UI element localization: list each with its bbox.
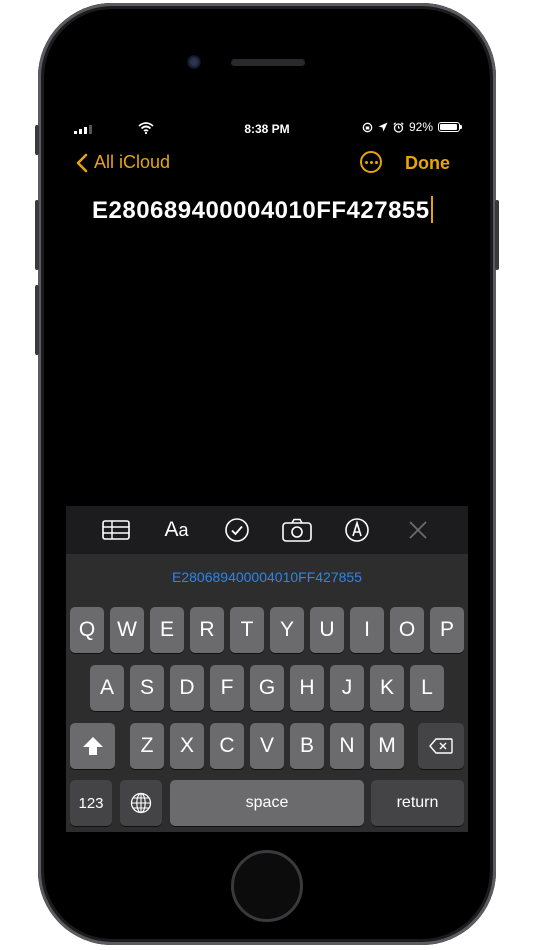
note-body[interactable]: E280689400004010FF427855 [92, 194, 442, 228]
key-m[interactable]: M [370, 723, 404, 769]
key-q[interactable]: Q [70, 607, 104, 653]
key-h[interactable]: H [290, 665, 324, 711]
key-z[interactable]: Z [130, 723, 164, 769]
key-r[interactable]: R [190, 607, 224, 653]
key-p[interactable]: P [430, 607, 464, 653]
key-a[interactable]: A [90, 665, 124, 711]
close-icon[interactable] [402, 514, 434, 546]
format-toolbar: Aa [66, 506, 468, 554]
camera-icon[interactable] [281, 514, 313, 546]
key-d[interactable]: D [170, 665, 204, 711]
mute-switch [35, 125, 39, 155]
key-b[interactable]: B [290, 723, 324, 769]
back-label: All iCloud [94, 152, 171, 172]
alarm-icon [393, 121, 404, 133]
text-cursor [430, 196, 433, 223]
text-format-icon[interactable]: Aa [160, 514, 192, 546]
key-o[interactable]: O [390, 607, 424, 653]
keyboard-row-1: QWERTYUIOP [66, 607, 468, 653]
power-button [495, 200, 499, 270]
key-g[interactable]: G [250, 665, 284, 711]
globe-key[interactable] [120, 780, 162, 826]
key-v[interactable]: V [250, 723, 284, 769]
volume-up-button [35, 200, 39, 270]
back-button[interactable]: All iCloud [76, 152, 170, 173]
key-y[interactable]: Y [270, 607, 304, 653]
keyboard-row-2: ASDFGHJKL [66, 665, 468, 711]
location-icon [378, 122, 388, 132]
delete-key[interactable] [418, 723, 464, 769]
shift-icon [82, 737, 103, 755]
front-camera [187, 55, 201, 69]
key-k[interactable]: K [370, 665, 404, 711]
chevron-left-icon [76, 153, 88, 172]
keyboard: E280689400004010FF427855 QWERTYUIOP ASDF… [66, 554, 468, 832]
orientation-lock-icon [362, 122, 373, 132]
nav-bar: All iCloud Done [66, 148, 468, 178]
key-e[interactable]: E [150, 607, 184, 653]
volume-down-button [35, 285, 39, 355]
key-f[interactable]: F [210, 665, 244, 711]
more-icon[interactable] [360, 151, 382, 173]
key-j[interactable]: J [330, 665, 364, 711]
key-x[interactable]: X [170, 723, 204, 769]
note-text: E280689400004010FF427855 [92, 197, 430, 224]
backspace-icon [429, 738, 453, 754]
shift-key[interactable] [70, 723, 115, 769]
key-n[interactable]: N [330, 723, 364, 769]
key-c[interactable]: C [210, 723, 244, 769]
table-icon[interactable] [100, 514, 132, 546]
space-key[interactable]: space [170, 780, 364, 826]
keyboard-row-4: 123 space return [66, 780, 468, 826]
battery-percent: 92% [408, 120, 433, 134]
keyboard-row-3: ZXCVBNM [66, 723, 468, 769]
checklist-icon[interactable] [221, 514, 253, 546]
battery-level [440, 124, 457, 130]
screen: 8:38 PM 92% All iCloud Done E28068940000… [66, 116, 468, 832]
key-i[interactable]: I [350, 607, 384, 653]
return-key[interactable]: return [371, 780, 464, 826]
prediction-suggestion[interactable]: E280689400004010FF427855 [66, 554, 468, 600]
key-s[interactable]: S [130, 665, 164, 711]
key-l[interactable]: L [410, 665, 444, 711]
numbers-key[interactable]: 123 [70, 780, 112, 826]
globe-icon [130, 792, 152, 814]
status-bar: 8:38 PM 92% [66, 116, 468, 142]
home-button[interactable] [231, 850, 303, 922]
markup-icon[interactable] [341, 514, 373, 546]
key-u[interactable]: U [310, 607, 344, 653]
key-t[interactable]: T [230, 607, 264, 653]
done-button[interactable]: Done [405, 153, 450, 174]
battery-icon [438, 122, 462, 132]
key-w[interactable]: W [110, 607, 144, 653]
earpiece-speaker [231, 59, 305, 66]
